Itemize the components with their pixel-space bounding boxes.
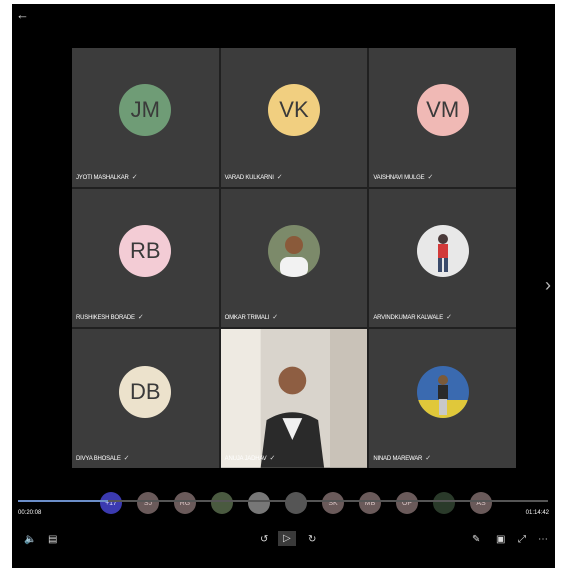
- mic-off-icon: ✓: [425, 455, 431, 462]
- fullscreen-icon[interactable]: ⤢: [518, 534, 526, 545]
- participant-tile: RB RUSHIKESH BORADE ✓: [72, 188, 219, 328]
- participant-name: JYOTI MASHALKAR ✓: [76, 173, 138, 181]
- avatar: VK: [267, 84, 320, 137]
- participant-chip[interactable]: AS: [470, 492, 492, 514]
- more-icon[interactable]: ⋯: [538, 534, 548, 545]
- participant-name: VAISHNAVI MULGE ✓: [373, 173, 434, 181]
- volume-icon[interactable]: 🔈: [24, 534, 36, 545]
- mic-off-icon: ✓: [137, 314, 144, 322]
- mic-off-icon: ✓: [123, 455, 130, 462]
- participant-chip[interactable]: SJ: [137, 492, 159, 514]
- seek-bar[interactable]: [18, 500, 548, 502]
- participant-name: ANUJA JADHAV ✓: [224, 455, 276, 462]
- chevron-right-icon[interactable]: ›: [545, 276, 551, 294]
- participant-video-tile: ANUJA JADHAV ✓: [220, 329, 368, 468]
- total-time: 01:14:42: [525, 510, 549, 516]
- avatar: VM: [416, 84, 469, 137]
- participant-tile: VM VAISHNAVI MULGE ✓: [369, 48, 516, 187]
- participant-tile: OMKAR TRIMALI ✓: [220, 188, 368, 328]
- participant-chip[interactable]: RG: [174, 492, 196, 514]
- captions-icon[interactable]: ▤: [48, 534, 57, 545]
- participant-name: VARAD KULKARNI ✓: [224, 173, 283, 181]
- profile-photo: [267, 225, 320, 278]
- rewind-10-icon[interactable]: ↺: [260, 534, 268, 545]
- mic-off-icon: ✓: [269, 455, 276, 462]
- play-icon[interactable]: ▷: [278, 531, 296, 546]
- profile-photo: [416, 365, 469, 418]
- avatar: JM: [119, 84, 172, 137]
- participant-tile: VK VARAD KULKARNI ✓: [220, 48, 368, 187]
- seek-bar-progress: [18, 500, 109, 502]
- participant-name: DIVYA BHOSALE ✓: [76, 455, 130, 462]
- participant-chip[interactable]: OP: [396, 492, 418, 514]
- participant-name: ARVINDKUMAR KALWALE ✓: [373, 314, 452, 322]
- participant-chip-photo[interactable]: [285, 492, 307, 514]
- participant-tile: JM JYOTI MASHALKAR ✓: [72, 48, 219, 187]
- playback-controls: 🔈 ▤ ↺ ▷ ↻ ✎ ▣ ⤢ ⋯: [12, 531, 555, 550]
- media-player: ← › JM JYOTI MASHALKAR ✓ VK VARAD KULKARN…: [12, 4, 555, 568]
- pen-icon[interactable]: ✎: [472, 534, 480, 545]
- mic-off-icon: ✓: [276, 173, 283, 181]
- mic-off-icon: ✓: [272, 314, 278, 322]
- miniplayer-icon[interactable]: ▣: [496, 534, 505, 545]
- participant-chip-photo[interactable]: [248, 492, 270, 514]
- participant-tile: NINAD MAREWAR ✓: [369, 329, 516, 468]
- mic-off-icon: ✓: [131, 173, 138, 181]
- participant-name: RUSHIKESH BORADE ✓: [76, 314, 144, 322]
- participant-name: OMKAR TRIMALI ✓: [224, 314, 279, 322]
- participant-chip-photo[interactable]: [211, 492, 233, 514]
- more-participants-badge[interactable]: +17: [100, 492, 122, 514]
- participant-video: [220, 329, 368, 468]
- participant-tile: ARVINDKUMAR KALWALE ✓: [369, 188, 516, 328]
- arrow-left-icon[interactable]: ←: [16, 8, 29, 21]
- mic-off-icon: ✓: [427, 173, 434, 181]
- profile-photo: [416, 225, 469, 278]
- meeting-grid: JM JYOTI MASHALKAR ✓ VK VARAD KULKARNI ✓ V…: [72, 48, 516, 468]
- avatar: RB: [119, 225, 172, 278]
- participant-chip[interactable]: SK: [322, 492, 344, 514]
- participant-tile: DB DIVYA BHOSALE ✓: [72, 329, 219, 468]
- participant-chip[interactable]: MB: [359, 492, 381, 514]
- forward-30-icon[interactable]: ↻: [308, 534, 316, 545]
- participant-strip: +17 SJ RG SK MB OP AS: [100, 488, 496, 518]
- avatar: DB: [119, 365, 172, 418]
- participant-name: NINAD MAREWAR ✓: [373, 455, 431, 462]
- elapsed-time: 00:20:08: [18, 510, 42, 516]
- participant-chip-photo[interactable]: [433, 492, 455, 514]
- mic-off-icon: ✓: [446, 314, 452, 322]
